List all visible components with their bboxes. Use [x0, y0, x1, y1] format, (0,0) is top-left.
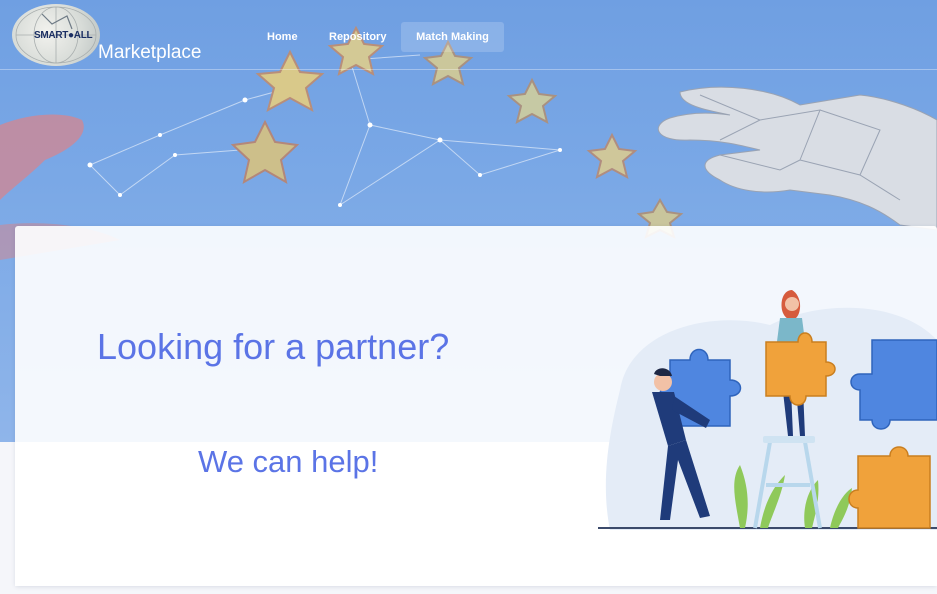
network-nodes — [87, 97, 562, 207]
puzzle-team-illustration — [598, 290, 937, 530]
polygon-hand — [658, 86, 937, 231]
network-lines — [89, 54, 561, 206]
nav-match-making[interactable]: Match Making — [401, 22, 504, 52]
subheadline: We can help! — [198, 444, 379, 479]
brand-title[interactable]: Marketplace — [98, 42, 202, 64]
top-nav: SMART●ALL Marketplace Home Repository Ma… — [0, 0, 937, 70]
hand-shape-left — [0, 114, 84, 200]
logo-text: SMART●ALL — [34, 30, 93, 41]
page: SMART●ALL Marketplace Home Repository Ma… — [0, 0, 937, 594]
puzzle-piece-orange-bottom — [848, 446, 931, 529]
puzzle-piece-orange-top — [765, 332, 836, 406]
headline: Looking for a partner? — [97, 326, 450, 367]
nav-repository[interactable]: Repository — [317, 22, 398, 52]
nav-home[interactable]: Home — [255, 22, 310, 52]
nav-divider — [0, 69, 937, 70]
